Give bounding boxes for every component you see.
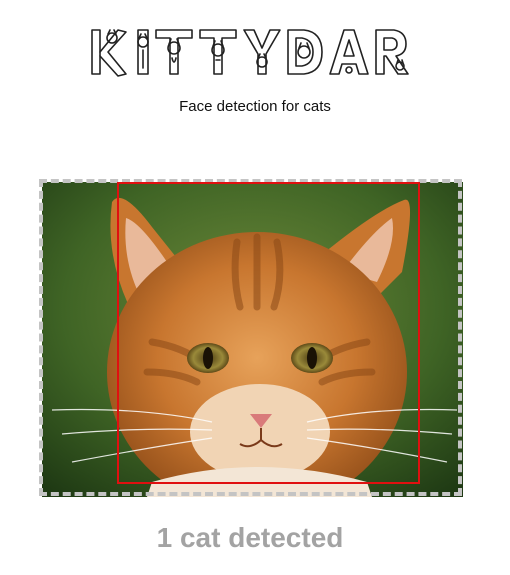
detection-status: 1 cat detected [156, 522, 344, 553]
page: Face detection for cats 1 cat detected [0, 0, 510, 575]
kittydar-logo [91, 29, 409, 77]
subtitle: Face detection for cats [179, 98, 331, 115]
cat-face-detection-box [117, 182, 420, 484]
